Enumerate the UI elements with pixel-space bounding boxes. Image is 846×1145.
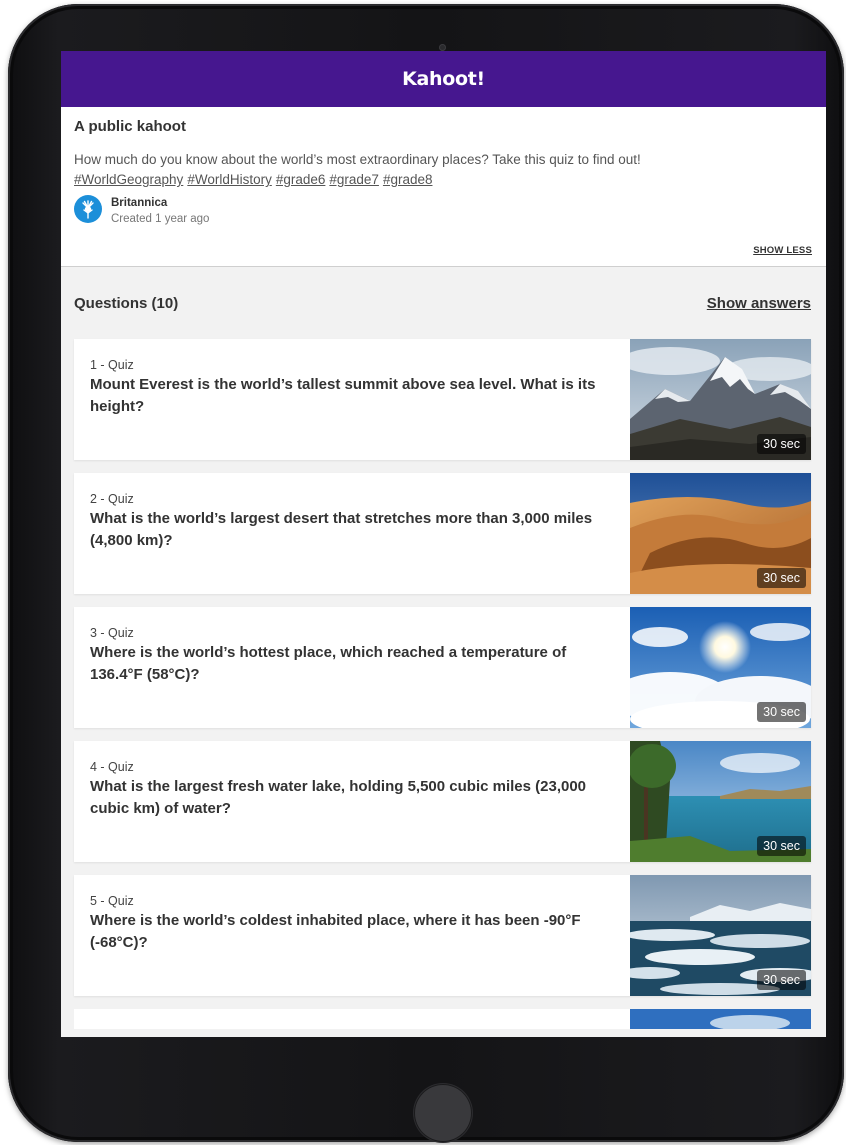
top-bar: Kahoot!: [61, 51, 826, 107]
question-number: 1 - Quiz: [90, 358, 134, 372]
question-text: What is the largest fresh water lake, ho…: [90, 778, 587, 817]
kahoot-description: How much do you know about the world’s m…: [74, 152, 641, 167]
questions-header: Questions (10) Show answers: [61, 267, 826, 339]
question-list: 1 - Quiz Mount Everest is the world’s ta…: [61, 339, 826, 1029]
question-card[interactable]: 3 - Quiz Where is the world’s hottest pl…: [74, 607, 811, 728]
question-text: Mount Everest is the world’s tallest sum…: [90, 376, 596, 415]
question-card[interactable]: 5 - Quiz Where is the world’s coldest in…: [74, 875, 811, 996]
creator-name[interactable]: Britannica: [111, 197, 209, 209]
home-button[interactable]: [414, 1084, 472, 1142]
question-number: 3 - Quiz: [90, 626, 134, 640]
photo-icon: [630, 1009, 811, 1029]
time-limit-badge: 30 sec: [757, 970, 806, 990]
desert-photo-icon: 30 sec: [630, 473, 811, 594]
avatar[interactable]: [74, 195, 102, 223]
question-card[interactable]: 1 - Quiz Mount Everest is the world’s ta…: [74, 339, 811, 460]
question-card[interactable]: 4 - Quiz What is the largest fresh water…: [74, 741, 811, 862]
question-number: 2 - Quiz: [90, 492, 134, 506]
kahoot-logo[interactable]: Kahoot!: [402, 68, 485, 90]
show-less-button[interactable]: SHOW LESS: [753, 245, 812, 256]
mountain-photo-icon: 30 sec: [630, 339, 811, 460]
question-card[interactable]: 2 - Quiz What is the world’s largest des…: [74, 473, 811, 594]
created-date: Created 1 year ago: [111, 213, 210, 225]
creator-info: Britannica Created 1 year ago: [74, 195, 812, 225]
tablet-frame: Kahoot! A public kahoot How much do you …: [8, 4, 844, 1142]
question-text: What is the world’s largest desert that …: [90, 510, 593, 549]
question-number: 4 - Quiz: [90, 760, 134, 774]
kahoot-heading: A public kahoot: [74, 118, 186, 135]
tag-link[interactable]: #WorldGeography: [74, 172, 183, 187]
sky-sun-photo-icon: 30 sec: [630, 607, 811, 728]
questions-title: Questions (10): [74, 294, 179, 312]
time-limit-badge: 30 sec: [757, 434, 806, 454]
britannica-thistle-icon: [82, 200, 94, 219]
question-text: Where is the world’s coldest inhabited p…: [90, 912, 581, 951]
screen: Kahoot! A public kahoot How much do you …: [61, 51, 826, 1037]
time-limit-badge: 30 sec: [757, 568, 806, 588]
question-card-partial[interactable]: [74, 1009, 811, 1029]
show-answers-button[interactable]: Show answers: [707, 295, 811, 312]
tag-link[interactable]: #WorldHistory: [187, 172, 272, 187]
question-number: 5 - Quiz: [90, 894, 134, 908]
tag-link[interactable]: #grade6: [276, 172, 326, 187]
tag-list: #WorldGeography #WorldHistory #grade6 #grad…: [74, 170, 812, 190]
tag-link[interactable]: #grade8: [383, 172, 433, 187]
camera-icon: [439, 44, 446, 51]
icy-sea-photo-icon: 30 sec: [630, 875, 811, 996]
time-limit-badge: 30 sec: [757, 836, 806, 856]
kahoot-info-panel: A public kahoot How much do you know abo…: [61, 107, 826, 267]
time-limit-badge: 30 sec: [757, 702, 806, 722]
lake-photo-icon: 30 sec: [630, 741, 811, 862]
question-text: Where is the world’s hottest place, whic…: [90, 644, 567, 683]
tag-link[interactable]: #grade7: [329, 172, 379, 187]
